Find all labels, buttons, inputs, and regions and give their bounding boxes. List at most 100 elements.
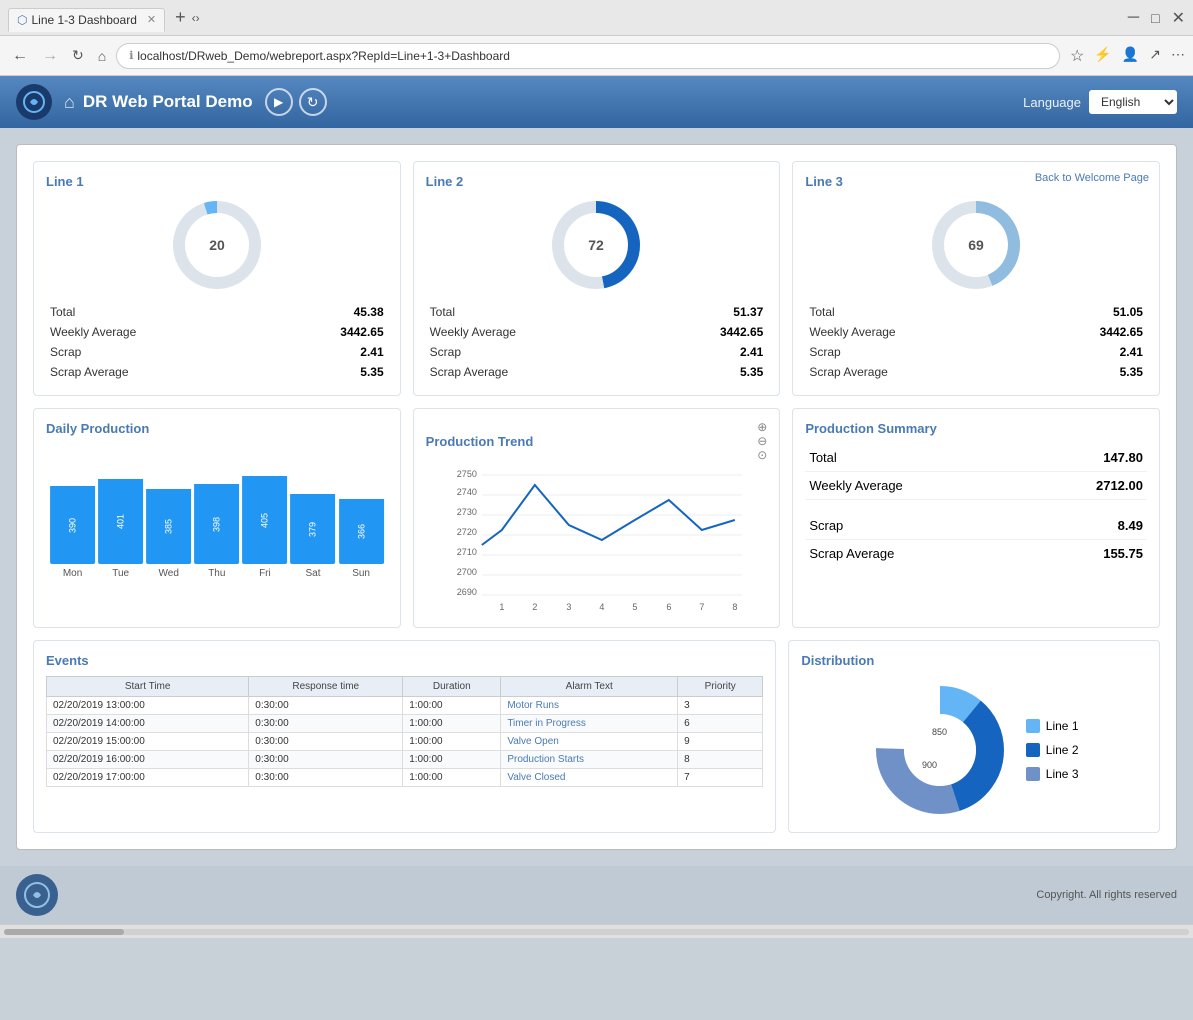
svg-text:6: 6 <box>666 602 671 612</box>
footer-logo <box>16 874 58 916</box>
event-cell-duration: 1:00:00 <box>403 733 501 751</box>
bar-group-thu: 398 <box>194 484 239 564</box>
col-start-time: Start Time <box>47 677 249 697</box>
bookmark-star-icon[interactable]: ☆ <box>1070 46 1084 66</box>
legend-line2-color <box>1026 743 1040 757</box>
line1-total-label: Total <box>48 303 268 321</box>
zoom-out-icon[interactable]: ⊖ <box>757 435 767 447</box>
svg-text:2690: 2690 <box>456 587 476 597</box>
event-cell-start: 02/20/2019 15:00:00 <box>47 733 249 751</box>
legend-line2: Line 2 <box>1026 743 1079 757</box>
summary-weekly-row: Weekly Average 2712.00 <box>805 472 1147 500</box>
line3-total-value: 51.05 <box>1029 303 1145 321</box>
close-button[interactable]: ✕ <box>1172 8 1185 28</box>
extensions-icon[interactable]: ⚡ <box>1094 46 1111 66</box>
language-select[interactable]: English <box>1089 90 1177 114</box>
table-row: 02/20/2019 15:00:000:30:001:00:00Valve O… <box>47 733 763 751</box>
production-summary-card: Production Summary Total 147.80 Weekly A… <box>792 408 1160 628</box>
distribution-title: Distribution <box>801 653 1147 668</box>
home-button[interactable]: ⌂ <box>94 44 110 68</box>
browser-scrollbar[interactable] <box>0 924 1193 938</box>
line1-card: Line 1 20 Total45.38 Weekly Average3442.… <box>33 161 401 396</box>
event-cell-duration: 1:00:00 <box>403 715 501 733</box>
daily-production-title: Daily Production <box>46 421 388 436</box>
back-button[interactable]: ← <box>8 43 32 69</box>
play-button[interactable]: ▶ <box>265 88 293 116</box>
line1-title: Line 1 <box>46 174 388 189</box>
line3-total-label: Total <box>807 303 1027 321</box>
zoom-reset-icon[interactable]: ⊙ <box>757 449 767 461</box>
distribution-donut-svg: 900 850 <box>870 680 1010 820</box>
bar-label-sun: Sun <box>339 568 384 579</box>
secure-icon: ℹ <box>129 49 133 62</box>
bar-label-wed: Wed <box>146 568 191 579</box>
copyright-text: Copyright. All rights reserved <box>1036 889 1177 901</box>
event-cell-start: 02/20/2019 17:00:00 <box>47 769 249 787</box>
bar-thu: 398 <box>194 484 239 564</box>
summary-weekly-value: 2712.00 <box>1096 478 1143 493</box>
back-to-welcome-link[interactable]: Back to Welcome Page <box>1035 172 1149 184</box>
new-tab-button[interactable]: + <box>169 7 192 28</box>
zoom-in-icon[interactable]: ⊕ <box>757 421 767 433</box>
line-cards-row: Line 1 20 Total45.38 Weekly Average3442.… <box>33 161 1160 396</box>
line3-weekly-value: 3442.65 <box>1029 323 1145 341</box>
address-bar[interactable]: ℹ localhost/DRweb_Demo/webreport.aspx?Re… <box>116 43 1060 69</box>
bar-group-tue: 401 <box>98 479 143 564</box>
bar-label-mon: Mon <box>50 568 95 579</box>
maximize-button[interactable]: □ <box>1151 8 1159 28</box>
legend-line1-color <box>1026 719 1040 733</box>
col-response-time: Response time <box>249 677 403 697</box>
app-logo <box>16 84 52 120</box>
event-cell-start: 02/20/2019 13:00:00 <box>47 697 249 715</box>
event-cell-response: 0:30:00 <box>249 769 403 787</box>
summary-scrap-avg-label: Scrap Average <box>809 546 894 561</box>
line2-scrap-avg-label: Scrap Average <box>428 363 648 381</box>
bar-label-tue: Tue <box>98 568 143 579</box>
svg-text:2730: 2730 <box>456 507 476 517</box>
tab-arrow-right[interactable]: › <box>196 11 200 25</box>
bar-sun: 366 <box>339 499 384 564</box>
line3-donut: 69 <box>805 195 1147 295</box>
reload-button[interactable]: ↻ <box>68 43 88 68</box>
minimize-button[interactable]: ─ <box>1128 8 1139 28</box>
url-text: localhost/DRweb_Demo/webreport.aspx?RepI… <box>137 49 510 63</box>
bar-mon: 390 <box>50 486 95 564</box>
table-row: 02/20/2019 17:00:000:30:001:00:00Valve C… <box>47 769 763 787</box>
forward-button[interactable]: → <box>38 43 62 69</box>
tab-icon: ⬡ <box>17 13 27 27</box>
language-label: Language <box>1023 95 1081 110</box>
table-row: 02/20/2019 16:00:000:30:001:00:00Product… <box>47 751 763 769</box>
profile-icon[interactable]: 👤 <box>1122 46 1139 66</box>
line2-title: Line 2 <box>426 174 768 189</box>
line1-scrap-avg-label: Scrap Average <box>48 363 268 381</box>
bar-sat: 379 <box>290 494 335 564</box>
scrollbar-thumb[interactable] <box>4 929 124 935</box>
share-icon[interactable]: ↗ <box>1149 46 1161 66</box>
line2-scrap-value: 2.41 <box>650 343 766 361</box>
menu-icon[interactable]: ⋯ <box>1171 46 1185 66</box>
events-title: Events <box>46 653 763 668</box>
footer: Copyright. All rights reserved <box>0 866 1193 924</box>
legend-line1-label: Line 1 <box>1046 719 1079 733</box>
line1-weekly-label: Weekly Average <box>48 323 268 341</box>
app-title: DR Web Portal Demo <box>83 92 253 112</box>
event-cell-response: 0:30:00 <box>249 697 403 715</box>
tab-title: Line 1-3 Dashboard <box>31 13 136 27</box>
bottom-row: Events Start Time Response time Duration… <box>33 640 1160 833</box>
scrollbar-track[interactable] <box>4 929 1189 935</box>
line3-metrics: Total51.05 Weekly Average3442.65 Scrap2.… <box>805 301 1147 383</box>
svg-text:2740: 2740 <box>456 487 476 497</box>
tab-close[interactable]: ✕ <box>147 13 156 26</box>
bar-chart: 390 401 385 398 405 379 <box>46 444 388 564</box>
events-table: Start Time Response time Duration Alarm … <box>46 676 763 787</box>
line2-scrap-avg-value: 5.35 <box>650 363 766 381</box>
line2-gauge-text: 72 <box>589 237 605 253</box>
app-home-icon[interactable]: ⌂ <box>64 92 75 113</box>
summary-scrap-row: Scrap 8.49 <box>805 512 1147 540</box>
table-row: 02/20/2019 14:00:000:30:001:00:00Timer i… <box>47 715 763 733</box>
refresh-button[interactable]: ↻ <box>299 88 327 116</box>
line1-gauge-text: 20 <box>209 237 225 253</box>
charts-row: Daily Production 390 401 385 398 <box>33 408 1160 628</box>
legend-line3-label: Line 3 <box>1046 767 1079 781</box>
browser-titlebar: ⬡ Line 1-3 Dashboard ✕ + ‹ › ─ □ ✕ <box>0 0 1193 36</box>
